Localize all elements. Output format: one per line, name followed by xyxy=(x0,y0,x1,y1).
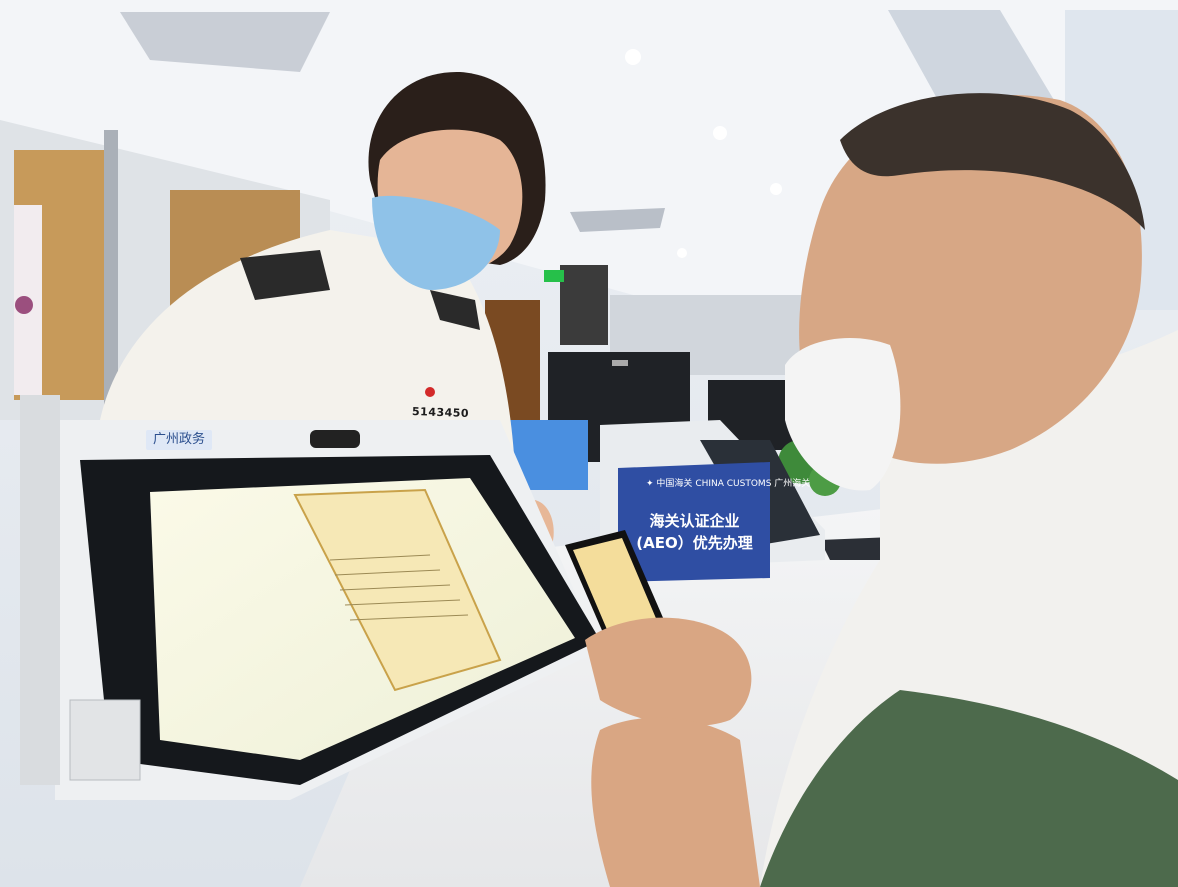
kiosk-label: 广州政务 xyxy=(146,430,212,450)
ceiling-light xyxy=(677,248,687,258)
ceiling-light xyxy=(625,49,641,65)
wall-dark xyxy=(560,265,608,345)
man-forearm xyxy=(591,717,760,887)
party-badge xyxy=(425,387,435,397)
ceiling-vent-2 xyxy=(570,208,665,232)
kiosk-side-panel xyxy=(20,395,60,785)
aeo-sign-text: 海关认证企业 (AEO）优先办理 xyxy=(622,510,767,554)
badge-number: 5143450 xyxy=(411,405,470,420)
aeo-sign-line-2: (AEO）优先办理 xyxy=(636,534,753,552)
sign-logo: ✦ 中国海关 CHINA CUSTOMS 广州海关 xyxy=(646,476,810,489)
exit-sign xyxy=(544,270,564,282)
customs-logo-icon: ✦ xyxy=(646,479,654,489)
sign-office: 广州海关 xyxy=(774,479,811,489)
poster-flower xyxy=(15,296,33,314)
photo-scene: 广州政务 5143450 ✦ 中国海关 CHINA CUSTOMS 广州海关 海… xyxy=(0,0,1178,887)
ceiling-light xyxy=(713,126,727,140)
ceiling-light xyxy=(770,183,782,195)
sign-logo-cn: 中国海关 xyxy=(656,479,693,489)
monitor-logo xyxy=(612,360,628,366)
kiosk-camera xyxy=(310,430,360,448)
aeo-sign-line-1: 海关认证企业 xyxy=(649,512,740,530)
sign-logo-en: CHINA CUSTOMS xyxy=(695,479,772,489)
kiosk-slot xyxy=(69,699,141,781)
